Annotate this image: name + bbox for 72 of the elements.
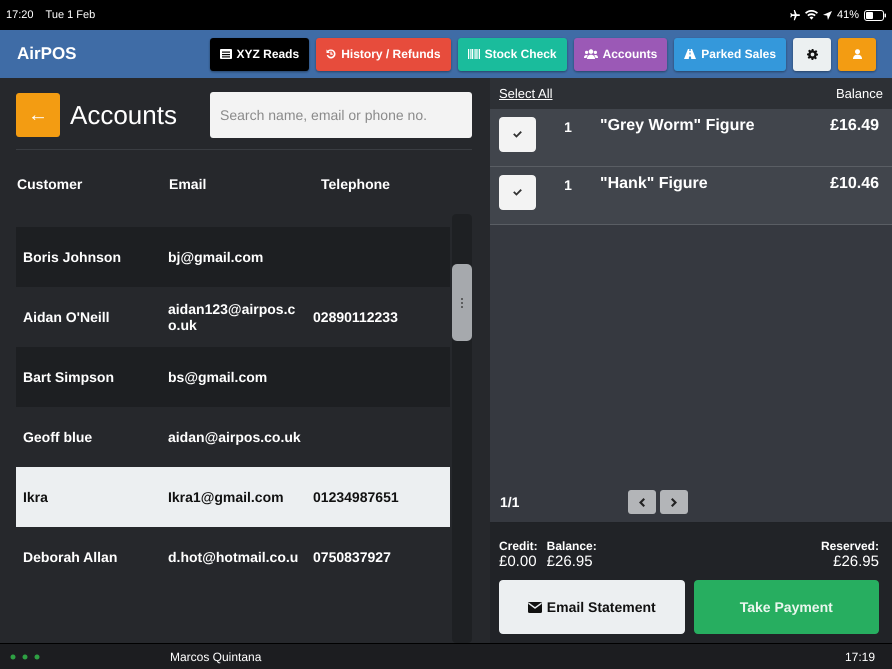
page-title: Accounts xyxy=(70,100,178,130)
user-button[interactable] xyxy=(838,38,876,70)
settings-button[interactable] xyxy=(793,38,831,70)
item-name: "Grey Worm" Figure xyxy=(600,117,756,135)
next-page-button[interactable] xyxy=(660,490,688,514)
email-statement-button[interactable]: Email Statement xyxy=(499,580,684,634)
reads-button[interactable]: XYZ Reads xyxy=(210,38,310,70)
customer-name: Geoff blue xyxy=(23,429,94,445)
customer-name: Boris Johnson xyxy=(23,249,122,265)
customer-email: d.hot@hotmail.co.u xyxy=(168,549,300,565)
clock-time: 17:20 xyxy=(6,9,34,21)
chevron-right-icon xyxy=(671,498,677,506)
customer-row[interactable]: Boris Johnson bj@gmail.com xyxy=(16,227,450,287)
column-header: Customer xyxy=(17,176,84,194)
customer-row[interactable]: Bart Simpson bs@gmail.com xyxy=(16,347,450,407)
item-checkbox[interactable] xyxy=(499,175,536,210)
select-all-link[interactable]: Select All xyxy=(499,86,552,101)
customer-name: Bart Simpson xyxy=(23,369,116,385)
customer-name: Deborah Allan xyxy=(23,549,118,565)
check-icon xyxy=(513,131,522,138)
customer-email: bs@gmail.com xyxy=(168,369,268,385)
total-label: Credit: xyxy=(499,539,538,553)
item-quantity: 1 xyxy=(563,177,573,193)
column-header: Email xyxy=(169,176,208,194)
total-value: £26.95 xyxy=(833,553,879,570)
date-text: Tue 1 Feb xyxy=(46,9,96,21)
customer-row[interactable]: Ikra Ikra1@gmail.com 01234987651 xyxy=(16,467,450,527)
search-field[interactable]: Search name, email or phone no. xyxy=(210,92,472,138)
users-icon xyxy=(584,49,598,59)
check-icon xyxy=(513,189,522,196)
customer-email: aidan123@airpos.co.uk xyxy=(168,301,296,333)
status-dots-icon xyxy=(10,654,40,660)
wifi-icon xyxy=(804,10,818,20)
item-checkbox[interactable] xyxy=(499,117,536,152)
scrollbar-thumb[interactable] xyxy=(452,264,472,341)
item-name: "Hank" Figure xyxy=(600,175,709,193)
history-icon xyxy=(326,49,336,59)
settings-icon xyxy=(806,48,818,60)
history-button[interactable]: History / Refunds xyxy=(316,38,451,70)
list-icon xyxy=(220,49,232,59)
total-label: Balance: xyxy=(546,539,597,553)
user-name: Marcos Quintana xyxy=(170,650,262,664)
barcode-icon xyxy=(468,49,480,59)
user-icon xyxy=(852,49,862,59)
customer-email: bj@gmail.com xyxy=(168,249,264,265)
battery-icon xyxy=(864,10,886,20)
accounts-button[interactable]: Accounts xyxy=(574,38,668,70)
item-price: £10.46 xyxy=(830,175,879,193)
customer-name: Ikra xyxy=(23,489,49,505)
previous-page-button[interactable] xyxy=(628,490,656,514)
total-value: £0.00 xyxy=(499,553,538,570)
customer-email: aidan@airpos.co.uk xyxy=(168,429,302,445)
total-value: £26.95 xyxy=(546,553,594,570)
footer-time: 17:19 xyxy=(844,650,875,664)
item-quantity: 1 xyxy=(563,119,573,135)
chevron-left-icon xyxy=(639,498,645,506)
customer-name: Aidan O'Neill xyxy=(23,309,111,325)
road-icon xyxy=(684,49,696,59)
location-arrow-icon xyxy=(822,10,832,20)
total-label: Reserved: xyxy=(820,539,879,553)
item-price: £16.49 xyxy=(830,117,879,135)
customer-phone: 02890112233 xyxy=(313,309,399,325)
customer-email: Ikra1@gmail.com xyxy=(168,489,285,505)
balance-heading: Balance xyxy=(836,86,883,101)
page-indicator: 1/1 xyxy=(500,494,520,510)
battery-percentage: 41% xyxy=(836,9,859,21)
app-logo: AirPOS xyxy=(17,44,78,64)
column-header: Telephone xyxy=(321,176,391,194)
customer-phone: 0750837927 xyxy=(313,549,392,565)
envelope-icon xyxy=(528,602,542,612)
airplane-icon xyxy=(788,10,800,20)
customer-phone: 01234987651 xyxy=(313,489,400,505)
